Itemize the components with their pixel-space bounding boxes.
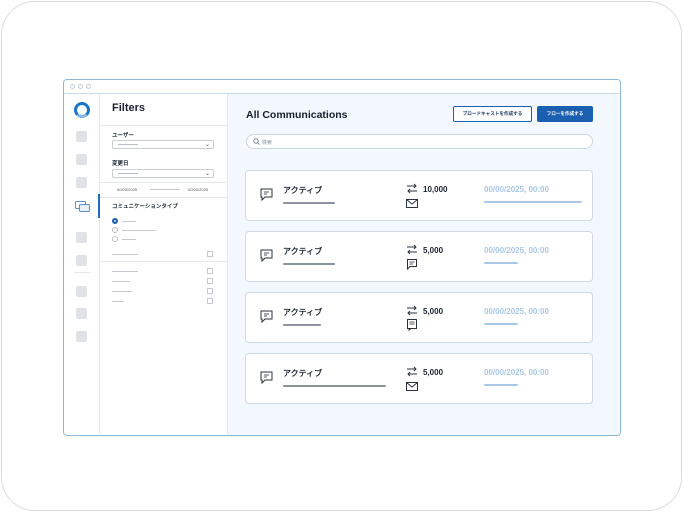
comm-type-radio[interactable]	[112, 218, 118, 224]
chat-icon	[260, 310, 273, 324]
date-to[interactable]: 00/00/2025	[188, 187, 208, 192]
name-placeholder	[283, 202, 335, 204]
comm-type-label: コミュニケーションタイプ	[112, 204, 178, 210]
status-label: アクティブ	[283, 186, 323, 195]
option-checkbox[interactable]	[207, 278, 213, 284]
recipient-count: 5,000	[423, 307, 444, 316]
page-title: All Communications	[246, 109, 348, 121]
recipient-count: 10,000	[423, 185, 448, 194]
search-input[interactable]: 検索	[246, 134, 593, 149]
nav-placeholder-icon[interactable]	[76, 331, 87, 342]
timestamp: 00/00/2025, 00:00	[484, 185, 549, 194]
user-select[interactable]: ⌄	[112, 140, 214, 149]
icon-rail	[64, 94, 100, 435]
recipient-count: 5,000	[423, 246, 444, 255]
chevron-down-icon: ⌄	[204, 142, 210, 148]
status-label: アクティブ	[283, 308, 323, 317]
mail-icon	[406, 199, 418, 208]
timestamp: 00/00/2025, 00:00	[484, 368, 549, 377]
nav-placeholder-icon[interactable]	[76, 154, 87, 165]
main-content: All Communications ブロードキャストを作成する フローを作成す…	[228, 94, 620, 435]
nav-placeholder-icon[interactable]	[76, 131, 87, 142]
form-icon	[407, 319, 417, 331]
divider	[100, 197, 228, 198]
filters-title: Filters	[112, 102, 146, 114]
date-placeholder	[484, 201, 582, 203]
recipient-count: 5,000	[423, 368, 444, 377]
window-titlebar	[64, 80, 620, 94]
communication-row[interactable]: アクティブ 5,000 00/00/2025, 00:00	[245, 353, 593, 404]
date-placeholder	[484, 384, 518, 386]
status-label: アクティブ	[283, 369, 323, 378]
nav-placeholder-icon[interactable]	[76, 286, 87, 297]
nav-placeholder-icon[interactable]	[76, 232, 87, 243]
window-dot	[70, 84, 75, 89]
option-label-placeholder	[112, 301, 124, 302]
communication-row[interactable]: アクティブ 5,000 00/00/2025, 00:00	[245, 231, 593, 282]
radio-label-placeholder	[122, 230, 156, 231]
status-label: アクティブ	[283, 247, 323, 256]
nav-placeholder-icon[interactable]	[76, 177, 87, 188]
select-placeholder	[118, 173, 138, 174]
search-placeholder: 検索	[262, 140, 273, 146]
option-label-placeholder	[112, 281, 130, 282]
window-dot	[78, 84, 83, 89]
chat-icon	[260, 249, 273, 263]
app-window: Filters ユーザー ⌄ 変更日 ⌄ 00/00/2025 00/00/20…	[63, 79, 621, 436]
divider	[100, 182, 228, 183]
window-dot	[86, 84, 91, 89]
communication-row[interactable]: アクティブ 5,000 00/00/2025, 00:00	[245, 292, 593, 343]
radio-label-placeholder	[122, 221, 136, 222]
comm-type-radio[interactable]	[112, 236, 118, 242]
chat-icon	[260, 188, 273, 202]
create-flow-button[interactable]: フローを作成する	[537, 106, 593, 122]
divider	[74, 272, 90, 273]
create-broadcast-button[interactable]: ブロードキャストを作成する	[453, 106, 532, 122]
swap-icon	[407, 366, 417, 377]
name-placeholder	[283, 263, 335, 265]
app-logo-icon	[74, 102, 90, 118]
date-range-line	[150, 189, 180, 190]
option-label-placeholder	[112, 291, 132, 292]
chevron-down-icon: ⌄	[204, 171, 210, 177]
select-placeholder	[118, 144, 138, 145]
sms-icon	[407, 259, 417, 270]
swap-icon	[407, 183, 417, 194]
nav-placeholder-icon[interactable]	[76, 255, 87, 266]
search-icon	[253, 138, 260, 145]
date-placeholder	[484, 262, 518, 264]
divider	[100, 261, 228, 262]
chat-icon	[260, 371, 273, 385]
option-checkbox[interactable]	[207, 251, 213, 257]
name-placeholder	[283, 385, 386, 387]
user-filter-label: ユーザー	[112, 133, 134, 139]
communications-icon[interactable]	[75, 201, 90, 213]
modified-date-label: 変更日	[112, 161, 129, 167]
mail-icon	[406, 382, 418, 391]
timestamp: 00/00/2025, 00:00	[484, 307, 549, 316]
timestamp: 00/00/2025, 00:00	[484, 246, 549, 255]
radio-label-placeholder	[122, 239, 136, 240]
date-from[interactable]: 00/00/2025	[117, 187, 137, 192]
option-checkbox[interactable]	[207, 288, 213, 294]
swap-icon	[407, 244, 417, 255]
nav-placeholder-icon[interactable]	[76, 308, 87, 319]
divider	[100, 125, 228, 126]
date-placeholder	[484, 323, 518, 325]
swap-icon	[407, 305, 417, 316]
name-placeholder	[283, 324, 321, 326]
communication-row[interactable]: アクティブ 10,000 00/00/2025, 00:00	[245, 170, 593, 221]
modified-date-select[interactable]: ⌄	[112, 169, 214, 178]
comm-type-radio[interactable]	[112, 227, 118, 233]
option-checkbox[interactable]	[207, 268, 213, 274]
option-checkbox[interactable]	[207, 298, 213, 304]
filters-panel: Filters ユーザー ⌄ 変更日 ⌄ 00/00/2025 00/00/20…	[100, 94, 228, 435]
option-label-placeholder	[112, 271, 138, 272]
option-label-placeholder	[112, 254, 138, 255]
